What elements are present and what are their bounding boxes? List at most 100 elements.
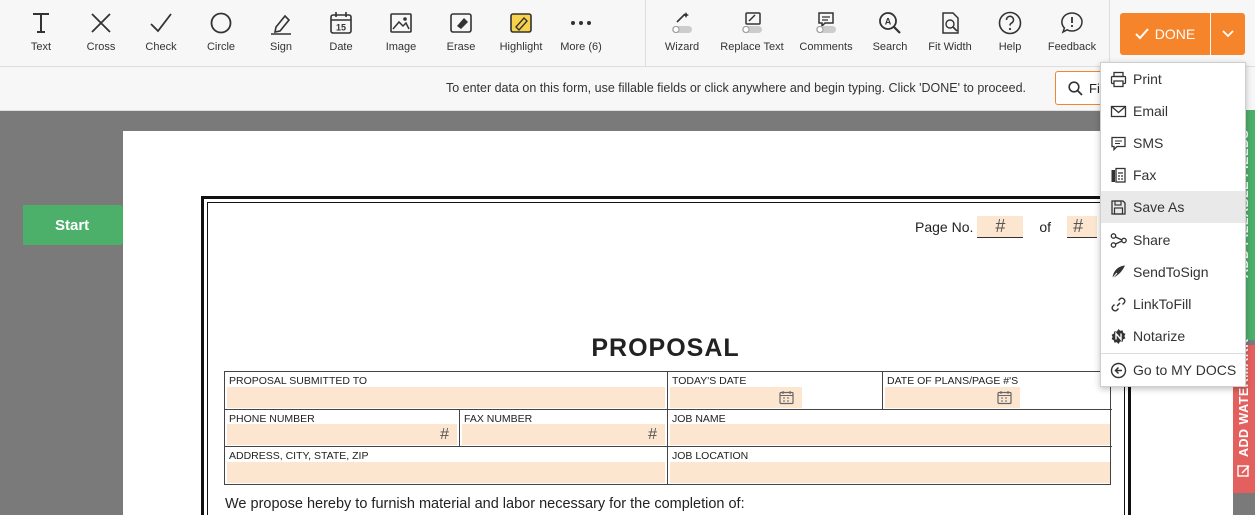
arrow-left-circle-icon xyxy=(1110,362,1127,378)
help-tool-button[interactable]: Help xyxy=(975,10,1045,60)
floppy-disk-icon xyxy=(1111,199,1126,215)
chat-bubble-icon xyxy=(1111,136,1126,151)
quill-feather-icon xyxy=(1111,265,1125,280)
pen-sign-icon xyxy=(271,14,291,35)
done-dropdown-menu: Print Email SMS Fax Save As Share SendTo… xyxy=(1100,62,1246,387)
job-name-cell: JOB NAME xyxy=(668,410,1112,447)
hash-icon: # xyxy=(1073,216,1084,236)
find-button-label: Fi xyxy=(1089,80,1100,96)
menu-item-share-label: Share xyxy=(1133,232,1171,248)
start-button[interactable]: Start xyxy=(23,205,141,245)
done-menu-toggle[interactable] xyxy=(1211,13,1245,55)
done-button[interactable]: DONE xyxy=(1120,13,1210,55)
search-icon xyxy=(1068,80,1083,96)
chevron-down-icon xyxy=(1222,30,1234,38)
instruction-message: To enter data on this form, use fillable… xyxy=(445,81,1026,95)
document-page[interactable]: Page No. # of # PROPOSAL PROPOSAL SUBMIT… xyxy=(123,131,1233,515)
feedback-tool-button[interactable]: Feedback xyxy=(1037,10,1107,60)
comments-tool-label: Comments xyxy=(799,41,853,53)
more-tools-label: More (6) xyxy=(560,41,602,53)
highlighter-icon xyxy=(510,13,532,33)
replace-text-toggle-icon xyxy=(742,12,762,33)
watermark-edit-icon xyxy=(1237,465,1250,477)
text-icon xyxy=(33,13,49,33)
date-of-plans-cell: DATE OF PLANS/PAGE #'S xyxy=(883,372,1112,410)
replace-text-tool-button[interactable]: Replace Text xyxy=(717,10,787,60)
circle-icon xyxy=(210,12,232,34)
todays-date-cell: TODAY'S DATE xyxy=(668,372,883,410)
wizard-tool-button[interactable]: Wizard xyxy=(647,10,717,60)
proposal-body-text: We propose hereby to furnish material an… xyxy=(225,496,745,512)
more-tools-button[interactable]: More (6) xyxy=(546,10,616,60)
menu-item-save-as-label: Save As xyxy=(1133,199,1185,215)
job-location-cell: JOB LOCATION xyxy=(668,447,1112,484)
checkmark-icon xyxy=(1135,28,1149,40)
menu-item-print-label: Print xyxy=(1133,71,1162,87)
main-toolbar: Text Cross Check Circle Sign 15 Date Ima… xyxy=(0,0,1255,67)
date-of-plans-field[interactable] xyxy=(885,387,1020,408)
more-dots-icon xyxy=(571,21,591,25)
calendar-icon xyxy=(997,391,1012,405)
magic-wand-toggle-icon xyxy=(672,12,692,33)
comments-tool-button[interactable]: Comments xyxy=(791,10,861,60)
wizard-tool-label: Wizard xyxy=(664,41,700,53)
address-label: ADDRESS, CITY, STATE, ZIP xyxy=(229,450,369,462)
comment-toggle-icon xyxy=(816,12,836,33)
printer-icon xyxy=(1110,71,1127,87)
phone-cell: PHONE NUMBER # xyxy=(225,410,460,447)
envelope-icon xyxy=(1110,105,1127,117)
feedback-tool-label: Feedback xyxy=(1047,41,1097,53)
fax-machine-icon xyxy=(1111,167,1126,183)
menu-item-fax-label: Fax xyxy=(1133,167,1157,183)
date-of-plans-label: DATE OF PLANS/PAGE #'S xyxy=(887,375,1019,387)
document-title: PROPOSAL xyxy=(591,334,740,362)
menu-item-linktofill-label: LinkToFill xyxy=(1133,296,1192,312)
fax-cell: FAX NUMBER # xyxy=(460,410,668,447)
calendar-icon xyxy=(779,391,794,405)
help-question-icon xyxy=(998,11,1022,35)
page-total-field[interactable]: # xyxy=(1067,216,1098,238)
menu-item-print[interactable]: Print xyxy=(1101,63,1245,95)
address-field[interactable] xyxy=(227,462,665,483)
submitted-to-field[interactable] xyxy=(227,387,665,408)
todays-date-label: TODAY'S DATE xyxy=(672,375,747,387)
phone-field[interactable]: # xyxy=(227,424,457,445)
menu-item-sendtosign[interactable]: SendToSign xyxy=(1101,256,1245,288)
start-label: Start xyxy=(55,216,90,234)
menu-item-notarize-label: Notarize xyxy=(1133,328,1186,344)
todays-date-field[interactable] xyxy=(670,387,802,408)
job-name-field[interactable] xyxy=(670,424,1110,445)
submitted-to-label: PROPOSAL SUBMITTED TO xyxy=(229,375,368,387)
hash-icon: # xyxy=(995,216,1006,236)
menu-item-email[interactable]: Email xyxy=(1101,95,1245,127)
menu-item-save-as[interactable]: Save As xyxy=(1101,191,1245,223)
eraser-icon xyxy=(450,13,472,33)
menu-item-sms[interactable]: SMS xyxy=(1101,127,1245,159)
help-tool-label: Help xyxy=(998,41,1022,53)
menu-item-go-to-my-docs[interactable]: Go to MY DOCS xyxy=(1101,354,1245,386)
job-location-field[interactable] xyxy=(670,462,1110,483)
cross-icon xyxy=(91,13,111,33)
menu-item-linktofill[interactable]: LinkToFill xyxy=(1101,288,1245,320)
menu-item-notarize[interactable]: Notarize xyxy=(1101,320,1245,352)
job-location-label: JOB LOCATION xyxy=(672,450,749,462)
menu-item-share[interactable]: Share xyxy=(1101,224,1245,256)
page-no-field[interactable]: # xyxy=(977,216,1024,238)
submitted-to-cell: PROPOSAL SUBMITTED TO xyxy=(225,372,668,410)
menu-item-fax[interactable]: Fax xyxy=(1101,159,1245,191)
hash-icon: # xyxy=(648,425,657,443)
search-icon: A xyxy=(879,12,901,34)
toolbar-divider xyxy=(645,0,646,67)
hash-icon: # xyxy=(440,425,449,443)
image-icon xyxy=(390,13,412,33)
address-cell: ADDRESS, CITY, STATE, ZIP xyxy=(225,447,668,484)
feedback-bubble-icon xyxy=(1061,12,1083,34)
notary-seal-icon xyxy=(1111,328,1126,344)
fit-width-icon xyxy=(942,12,959,34)
calendar-icon: 15 xyxy=(330,12,352,34)
share-nodes-icon xyxy=(1110,232,1127,248)
svg-text:A: A xyxy=(885,17,892,27)
fax-field[interactable]: # xyxy=(462,424,665,445)
link-chain-icon xyxy=(1111,297,1126,311)
proposal-form-grid: PROPOSAL SUBMITTED TO TODAY'S DATE DATE … xyxy=(224,371,1112,485)
